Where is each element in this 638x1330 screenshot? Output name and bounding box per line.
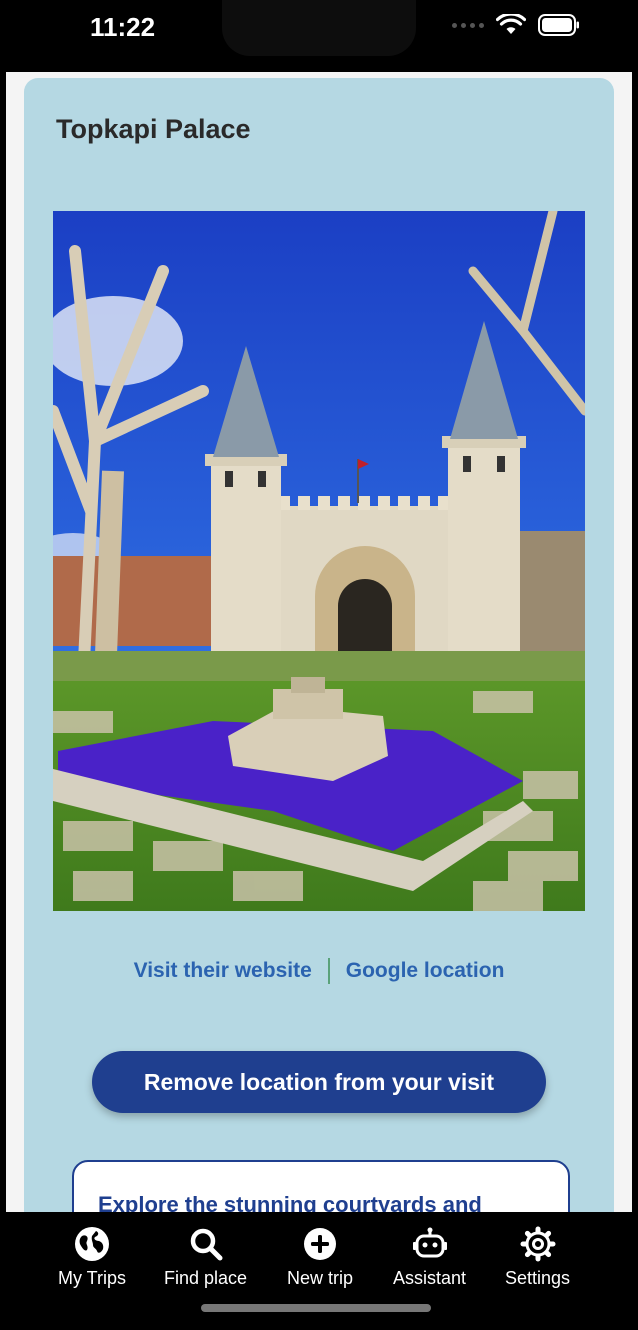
content-area[interactable]: Topkapi Palace Visit their website Googl…: [6, 72, 632, 1212]
tab-my-trips[interactable]: My Trips: [58, 1226, 126, 1289]
cellular-signal-icon: [452, 22, 484, 28]
robot-icon: [412, 1227, 447, 1258]
tab-settings[interactable]: Settings: [505, 1226, 570, 1289]
tab-assistant[interactable]: Assistant: [393, 1226, 466, 1289]
website-link[interactable]: Visit their website: [134, 959, 312, 983]
external-links: Visit their website Google location: [24, 958, 614, 984]
tab-label: Settings: [505, 1268, 571, 1288]
google-location-link[interactable]: Google location: [346, 959, 505, 983]
link-divider: [327, 958, 330, 984]
status-bar: 11:22: [0, 0, 638, 72]
description-text: Explore the stunning courtyards and: [98, 1192, 482, 1212]
tab-label: Find place: [164, 1268, 248, 1288]
battery-icon: [538, 14, 579, 36]
wifi-icon: [496, 14, 526, 34]
description-card: Explore the stunning courtyards and: [72, 1160, 570, 1212]
home-indicator[interactable]: [201, 1304, 431, 1312]
tab-label: Assistant: [393, 1268, 467, 1288]
remove-location-button[interactable]: Remove location from your visit: [92, 1051, 546, 1113]
search-icon: [190, 1228, 223, 1261]
plus-circle-icon: [304, 1228, 336, 1260]
tab-new-trip[interactable]: New trip: [287, 1226, 353, 1289]
tab-find-place[interactable]: Find place: [164, 1226, 247, 1289]
gear-icon: [520, 1226, 556, 1262]
status-icons: [452, 14, 580, 36]
dynamic-island: [222, 0, 416, 56]
tab-label: My Trips: [58, 1268, 127, 1288]
place-card: Topkapi Palace Visit their website Googl…: [24, 78, 614, 1212]
globe-icon: [75, 1227, 109, 1261]
tab-label: New trip: [287, 1268, 354, 1288]
status-time: 11:22: [90, 12, 156, 42]
tab-bar: My Trips Find place New trip Assistant S…: [6, 1212, 632, 1330]
place-title: Topkapi Palace: [56, 114, 251, 144]
place-photo[interactable]: [53, 211, 585, 911]
